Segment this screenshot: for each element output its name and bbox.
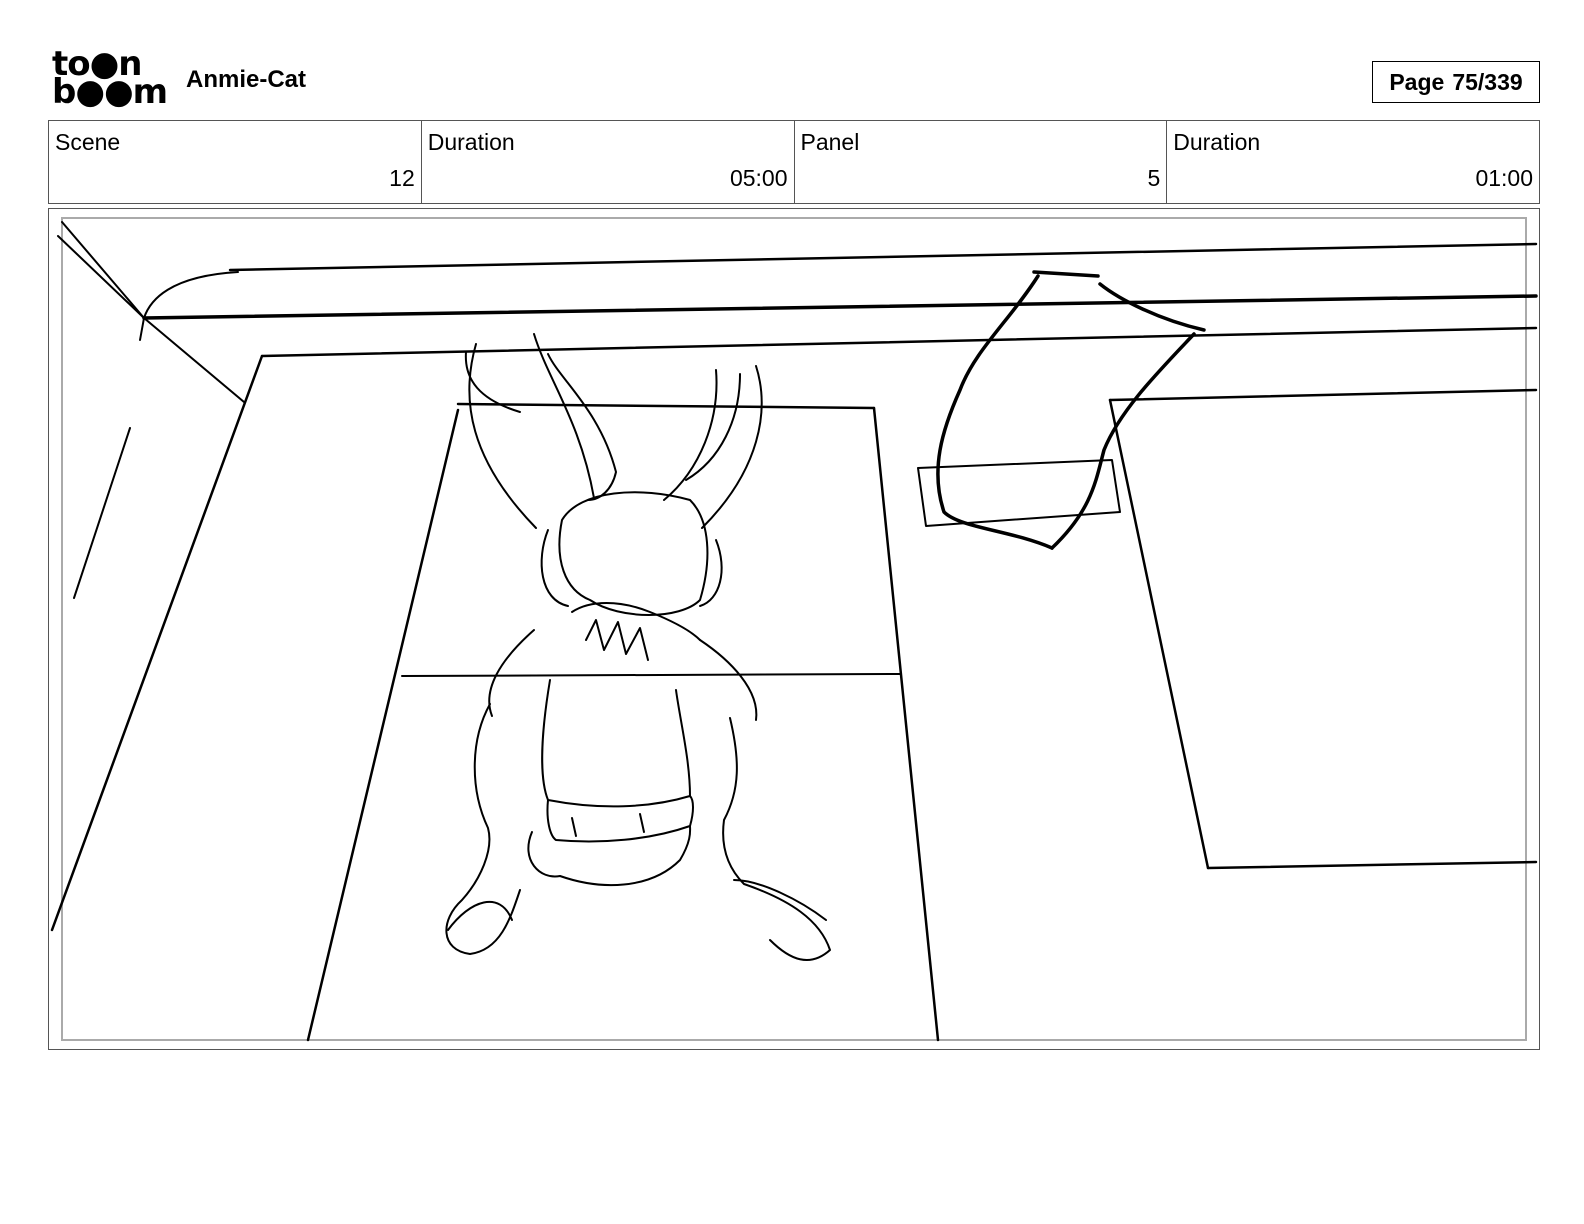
- character-sketch: [445, 333, 831, 961]
- room-walls: [50, 354, 1538, 1042]
- hanging-cloth: [936, 270, 1206, 550]
- ceiling-lines: [57, 221, 1538, 403]
- storyboard-sketch: [50, 221, 1538, 1042]
